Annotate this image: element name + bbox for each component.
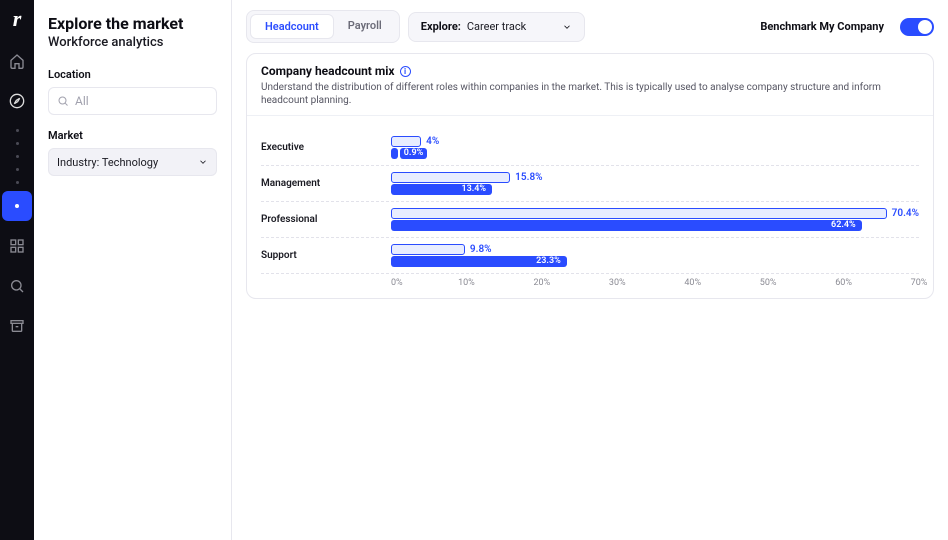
nav-archive[interactable] bbox=[2, 311, 32, 341]
nav-rail: r bbox=[0, 0, 34, 540]
search-icon bbox=[57, 95, 69, 107]
card-title: Company headcount mix bbox=[261, 64, 395, 78]
nav-home[interactable] bbox=[2, 46, 32, 76]
archive-icon bbox=[9, 318, 25, 334]
headcount-mix-card: Company headcount mix i Understand the d… bbox=[246, 53, 934, 299]
chart-row-label: Professional bbox=[261, 214, 391, 225]
bar-mycompany-value: 13.4% bbox=[457, 184, 490, 195]
chevron-down-icon bbox=[562, 22, 572, 32]
bar-mycompany-value: 0.9% bbox=[400, 148, 427, 159]
explore-label: Explore: bbox=[421, 20, 461, 33]
axis-tick: 50% bbox=[760, 278, 777, 288]
axis-tick: 0% bbox=[391, 278, 403, 288]
location-filter[interactable]: All bbox=[48, 87, 217, 115]
compass-icon bbox=[9, 93, 25, 109]
grid-icon bbox=[9, 238, 25, 254]
bar-mycompany bbox=[391, 220, 862, 231]
info-icon[interactable]: i bbox=[400, 66, 411, 77]
axis-tick: 30% bbox=[609, 278, 626, 288]
app-logo: r bbox=[13, 6, 22, 32]
location-label: Location bbox=[48, 68, 217, 81]
bar-market-value: 15.8% bbox=[515, 172, 542, 183]
bar-market bbox=[391, 208, 887, 219]
nav-divider-dot bbox=[16, 168, 19, 171]
nav-divider-dot bbox=[16, 155, 19, 158]
filters-sidebar: Explore the market Workforce analytics L… bbox=[34, 0, 232, 540]
metric-tabs: Headcount Payroll bbox=[246, 10, 400, 43]
market-value: Industry: Technology bbox=[57, 156, 158, 169]
benchmark-toggle[interactable] bbox=[900, 18, 934, 36]
card-description: Understand the distribution of different… bbox=[261, 81, 919, 107]
nav-apps[interactable] bbox=[2, 231, 32, 261]
chart-row: Support 9.8% 23.3% bbox=[261, 238, 919, 274]
home-icon bbox=[9, 53, 25, 69]
search-icon bbox=[9, 278, 25, 294]
tab-payroll[interactable]: Payroll bbox=[334, 14, 396, 39]
bar-mycompany bbox=[391, 148, 398, 159]
axis-tick: 60% bbox=[835, 278, 852, 288]
chart-row: Executive4%0.9% bbox=[261, 130, 919, 166]
nav-divider-dot bbox=[16, 142, 19, 145]
chart-row-label: Executive bbox=[261, 142, 391, 153]
benchmark-label: Benchmark My Company bbox=[760, 20, 884, 33]
nav-current[interactable] bbox=[2, 191, 32, 221]
card-header: Company headcount mix i Understand the d… bbox=[247, 54, 933, 116]
bar-mycompany-value: 62.4% bbox=[827, 220, 860, 231]
axis-tick: 40% bbox=[684, 278, 701, 288]
topbar: Headcount Payroll Explore: Career track … bbox=[246, 10, 934, 43]
explore-value: Career track bbox=[467, 20, 526, 33]
chart-row-bars: 70.4% 62.4% bbox=[391, 207, 919, 232]
axis-tick: 10% bbox=[458, 278, 475, 288]
nav-explore[interactable] bbox=[2, 86, 32, 116]
chart-x-axis: 0%10%20%30%40%50%60%70% bbox=[261, 278, 919, 292]
chart-row-label: Support bbox=[261, 250, 391, 261]
chart-row-bars: 4%0.9% bbox=[391, 135, 919, 160]
axis-tick: 20% bbox=[533, 278, 550, 288]
chart-row-label: Management bbox=[261, 178, 391, 189]
chart-row-bars: 9.8% 23.3% bbox=[391, 243, 919, 268]
explore-dropdown[interactable]: Explore: Career track bbox=[408, 12, 585, 42]
nav-divider-dot bbox=[16, 129, 19, 132]
chart-row: Management 15.8% 13.4% bbox=[261, 166, 919, 202]
bar-market bbox=[391, 244, 465, 255]
page-title: Explore the market bbox=[48, 14, 217, 33]
bar-market bbox=[391, 172, 510, 183]
chevron-down-icon bbox=[198, 157, 208, 167]
dot-icon bbox=[14, 203, 20, 209]
nav-divider-dot bbox=[16, 181, 19, 184]
market-filter[interactable]: Industry: Technology bbox=[48, 148, 217, 176]
page-subtitle: Workforce analytics bbox=[48, 35, 217, 50]
bar-market-value: 4% bbox=[426, 136, 439, 147]
bar-market-value: 9.8% bbox=[470, 244, 492, 255]
headcount-chart: Executive4%0.9%Management15.8%13.4%Profe… bbox=[247, 116, 933, 298]
bar-market bbox=[391, 136, 421, 147]
chart-row-bars: 15.8% 13.4% bbox=[391, 171, 919, 196]
location-placeholder: All bbox=[75, 94, 89, 108]
nav-search[interactable] bbox=[2, 271, 32, 301]
market-label: Market bbox=[48, 129, 217, 142]
bar-mycompany-value: 23.3% bbox=[532, 256, 565, 267]
axis-tick: 70% bbox=[911, 278, 928, 288]
main-content: Headcount Payroll Explore: Career track … bbox=[232, 0, 948, 540]
bar-market-value: 70.4% bbox=[892, 208, 919, 219]
tab-headcount[interactable]: Headcount bbox=[250, 14, 334, 39]
chart-row: Professional 70.4% 62.4% bbox=[261, 202, 919, 238]
